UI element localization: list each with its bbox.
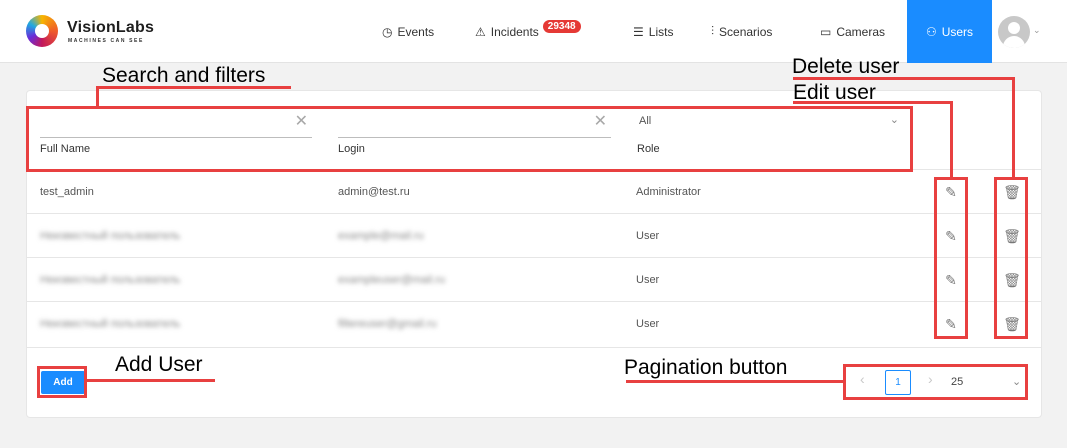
nav-users[interactable]: ⚇ Users [907,0,992,63]
top-navbar: VisionLabs MACHINES CAN SEE ◷ Events ⚠ I… [0,0,1067,63]
nav-users-label: Users [941,24,974,39]
nav-incidents[interactable]: ⚠ Incidents 29348 [475,0,581,63]
brand-tagline: MACHINES CAN SEE [68,38,144,44]
edit-user-highlight [934,177,968,339]
table-row: Неизвестный пользователь filtereuser@gma… [27,301,1041,345]
chevron-down-icon[interactable]: ⌄ [1033,25,1041,36]
user-login: admin@test.ru [338,186,410,198]
nav-incidents-label: Incidents [490,24,539,39]
clock-icon: ◷ [382,24,393,39]
user-name: Неизвестный пользователь [40,230,181,242]
table-row: Неизвестный пользователь example@mail.ru… [27,213,1041,257]
nav-cameras-label: Cameras [836,24,886,39]
user-avatar[interactable] [998,16,1030,48]
table-row: test_admin admin@test.ru Administrator ✎… [27,169,1041,213]
nav-events-label: Events [397,24,435,39]
user-role: User [636,230,660,242]
annotation-delete: Delete user [792,55,900,78]
brand-name: VisionLabs [67,19,155,36]
annotation-add: Add User [115,353,203,376]
sliders-icon: ⫶ [711,24,715,38]
user-role: User [636,318,660,330]
users-icon: ⚇ [925,24,937,39]
camera-icon: ▭ [820,24,832,39]
pagination-highlight [843,364,1028,400]
incidents-count-badge: 29348 [542,20,581,33]
user-login: example@mail.ru [338,230,424,242]
nav-events[interactable]: ◷ Events [382,0,434,63]
user-role: Administrator [636,186,701,198]
nav-lists[interactable]: ☰ Lists [633,0,673,63]
list-icon: ☰ [633,24,644,39]
delete-user-highlight [994,177,1028,339]
visionlabs-logo-icon[interactable] [26,15,58,47]
user-name: test_admin [40,186,94,198]
nav-lists-label: Lists [648,24,674,39]
user-role: User [636,274,660,286]
annotation-pagination: Pagination button [624,356,788,379]
warning-icon: ⚠ [475,24,486,39]
annotation-search: Search and filters [102,64,266,87]
user-name: Неизвестный пользователь [40,318,181,330]
search-filters-highlight [26,106,913,172]
annotation-edit: Edit user [793,81,876,104]
add-user-highlight [37,366,87,398]
nav-cameras[interactable]: ▭ Cameras [820,0,885,63]
nav-scenarios[interactable]: ⫶ Scenarios [711,0,772,63]
user-login: filtereuser@gmail.ru [338,318,437,330]
user-login: exampleuser@mail.ru [338,274,446,286]
user-name: Неизвестный пользователь [40,274,181,286]
table-row: Неизвестный пользователь exampleuser@mai… [27,257,1041,301]
nav-scenarios-label: Scenarios [719,24,773,39]
